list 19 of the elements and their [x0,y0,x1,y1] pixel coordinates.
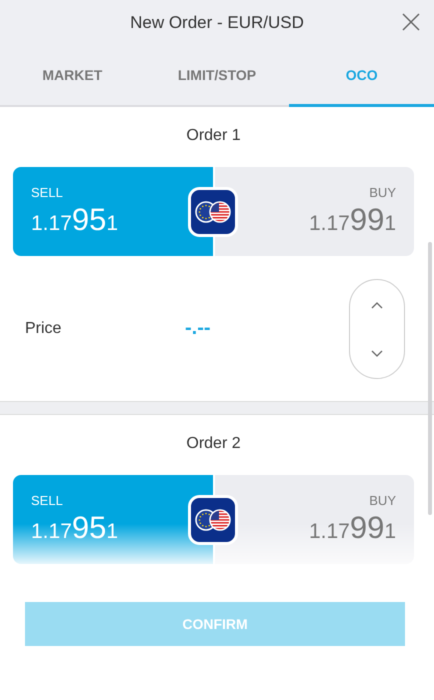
buy-button[interactable]: BUY 1.17991 [214,167,414,256]
chevron-up-icon [371,300,383,308]
currency-pair-icon [188,187,238,237]
tab[interactable]: LIMIT/STOP [144,45,290,107]
currency-pair-icon [188,495,238,545]
order-title: Order 1 [185,126,242,146]
sell-button[interactable]: SELL 1.17951 [13,167,212,256]
window-title: New Order - EUR/USD [130,12,304,32]
close-icon [402,13,420,31]
order-title: Order 2 [185,434,242,454]
close-button[interactable] [402,13,420,31]
buy-button[interactable]: BUY 1.17991 [214,475,414,564]
scrollbar[interactable] [428,242,432,515]
price-label: Price [25,320,62,338]
tab[interactable]: OCO [289,45,434,107]
tab[interactable]: MARKET [0,45,145,107]
price-value: -.-- [185,317,211,340]
chevron-down-icon [371,350,383,358]
sell-button[interactable]: SELL 1.17951 [13,475,212,564]
